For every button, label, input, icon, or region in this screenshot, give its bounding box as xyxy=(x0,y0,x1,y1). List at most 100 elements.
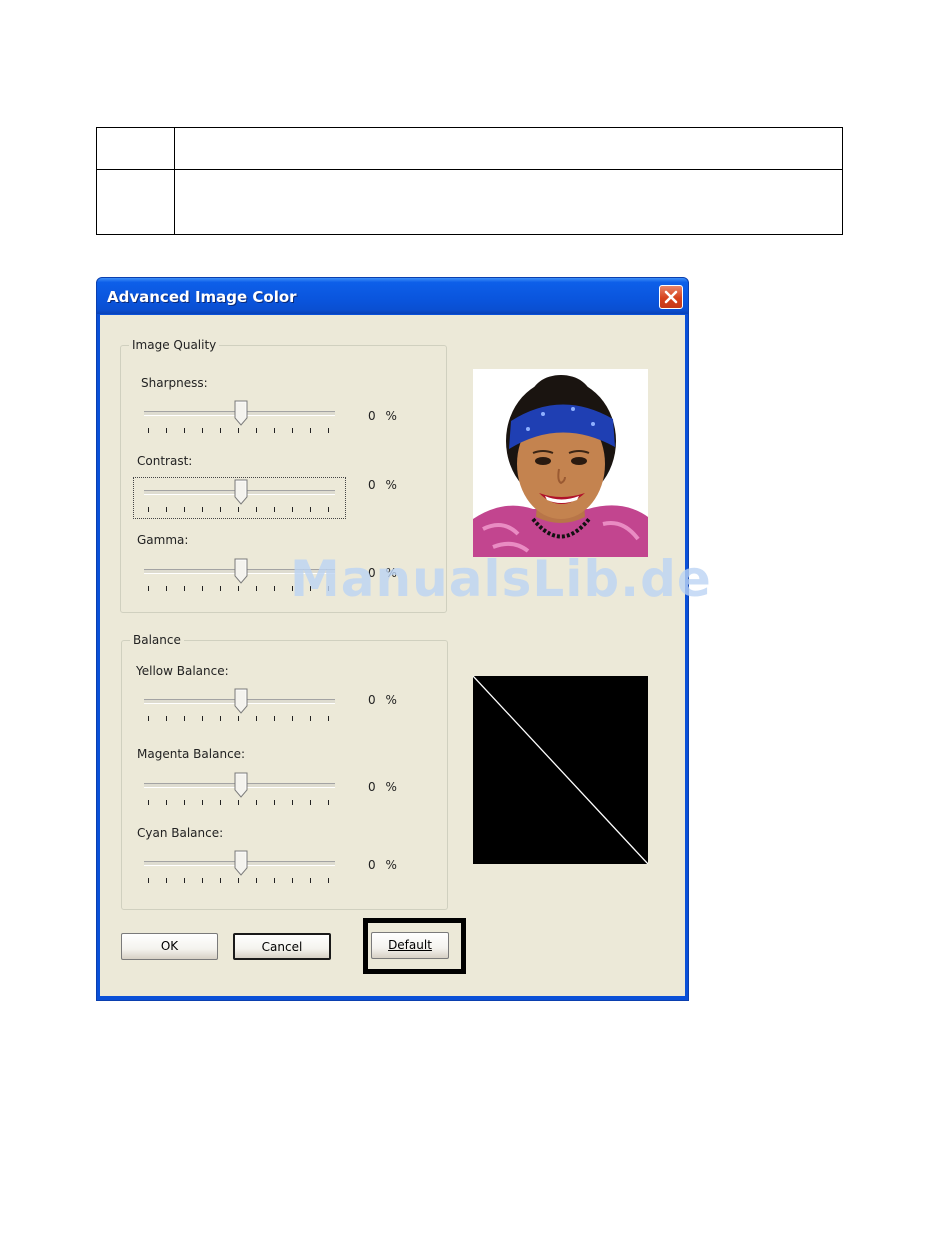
slider-tick xyxy=(166,428,167,433)
slider-tick xyxy=(238,507,239,512)
magenta-balance-value: 0 % xyxy=(368,780,400,794)
advanced-image-color-dialog: Advanced Image Color Image Quality Sharp… xyxy=(96,277,689,1001)
slider-tick xyxy=(328,716,329,721)
slider-tick xyxy=(148,800,149,805)
image-quality-legend: Image Quality xyxy=(129,337,220,353)
title-bar[interactable]: Advanced Image Color xyxy=(97,278,688,314)
table-row xyxy=(96,169,843,235)
slider-tick xyxy=(256,507,257,512)
slider-tick xyxy=(310,878,311,883)
table-cell xyxy=(96,169,175,235)
contrast-slider[interactable] xyxy=(140,479,340,519)
gamma-label: Gamma: xyxy=(137,533,189,547)
table-row xyxy=(96,126,843,171)
doc-table xyxy=(96,126,843,235)
slider-tick xyxy=(328,878,329,883)
slider-tick xyxy=(166,586,167,591)
balance-legend: Balance xyxy=(130,632,184,648)
ok-button[interactable]: OK xyxy=(121,933,218,960)
slider-tick xyxy=(148,716,149,721)
curve-line xyxy=(472,675,649,865)
slider-tick xyxy=(256,878,257,883)
slider-ticks xyxy=(140,716,340,722)
slider-thumb[interactable] xyxy=(234,772,248,798)
slider-tick xyxy=(220,428,221,433)
slider-tick xyxy=(166,800,167,805)
slider-thumb[interactable] xyxy=(234,479,248,505)
slider-tick xyxy=(256,428,257,433)
slider-tick xyxy=(184,428,185,433)
close-icon xyxy=(664,290,678,304)
sharpness-label: Sharpness: xyxy=(141,376,208,390)
slider-tick xyxy=(292,507,293,512)
slider-ticks xyxy=(140,428,340,434)
slider-thumb[interactable] xyxy=(234,558,248,584)
slider-tick xyxy=(328,507,329,512)
dialog-client-area: Image Quality Sharpness: 0 % Contrast: 0… xyxy=(100,315,685,996)
slider-tick xyxy=(202,878,203,883)
slider-thumb[interactable] xyxy=(234,400,248,426)
yellow-balance-label: Yellow Balance: xyxy=(136,664,229,678)
slider-tick xyxy=(238,428,239,433)
slider-tick xyxy=(148,878,149,883)
contrast-value: 0 % xyxy=(368,478,400,492)
sharpness-slider[interactable] xyxy=(140,400,340,440)
slider-tick xyxy=(148,507,149,512)
table-cell xyxy=(174,169,843,235)
slider-tick xyxy=(220,800,221,805)
slider-tick xyxy=(256,716,257,721)
dialog-title: Advanced Image Color xyxy=(107,288,297,306)
watermark: ManualsLib.de xyxy=(290,550,712,608)
slider-tick xyxy=(238,800,239,805)
cyan-balance-slider[interactable] xyxy=(140,850,340,890)
slider-tick xyxy=(328,428,329,433)
slider-thumb[interactable] xyxy=(234,688,248,714)
default-button[interactable]: Default xyxy=(371,932,449,959)
slider-tick xyxy=(274,507,275,512)
table-cell xyxy=(96,126,175,171)
yellow-balance-value: 0 % xyxy=(368,693,400,707)
slider-tick xyxy=(256,586,257,591)
image-preview xyxy=(473,369,648,557)
slider-tick xyxy=(202,428,203,433)
slider-tick xyxy=(310,428,311,433)
slider-tick xyxy=(202,716,203,721)
slider-tick xyxy=(166,878,167,883)
slider-tick xyxy=(184,800,185,805)
slider-tick xyxy=(274,586,275,591)
slider-tick xyxy=(292,716,293,721)
close-button[interactable] xyxy=(659,285,683,309)
slider-tick xyxy=(238,716,239,721)
slider-tick xyxy=(310,800,311,805)
slider-thumb[interactable] xyxy=(234,850,248,876)
slider-tick xyxy=(310,716,311,721)
slider-tick xyxy=(184,716,185,721)
yellow-balance-slider[interactable] xyxy=(140,688,340,728)
slider-tick xyxy=(238,878,239,883)
slider-tick xyxy=(184,878,185,883)
cyan-balance-label: Cyan Balance: xyxy=(137,826,224,840)
slider-tick xyxy=(274,878,275,883)
slider-tick xyxy=(220,878,221,883)
slider-tick xyxy=(148,428,149,433)
portrait-image xyxy=(473,369,648,557)
slider-tick xyxy=(292,878,293,883)
slider-tick xyxy=(256,800,257,805)
slider-tick xyxy=(148,586,149,591)
slider-tick xyxy=(274,800,275,805)
color-curve-preview xyxy=(472,675,649,865)
slider-tick xyxy=(184,507,185,512)
slider-tick xyxy=(328,800,329,805)
table-cell xyxy=(174,126,843,171)
slider-tick xyxy=(292,800,293,805)
slider-ticks xyxy=(140,878,340,884)
cancel-button[interactable]: Cancel xyxy=(233,933,331,960)
slider-tick xyxy=(220,716,221,721)
magenta-balance-label: Magenta Balance: xyxy=(137,747,246,761)
magenta-balance-slider[interactable] xyxy=(140,772,340,812)
slider-tick xyxy=(202,800,203,805)
slider-tick xyxy=(202,507,203,512)
slider-tick xyxy=(166,716,167,721)
slider-tick xyxy=(274,716,275,721)
sharpness-value: 0 % xyxy=(368,409,400,423)
